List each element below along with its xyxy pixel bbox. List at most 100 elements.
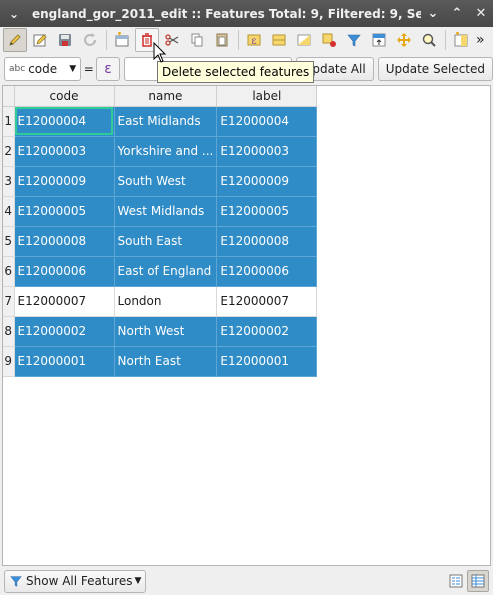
table-cell-label[interactable]: E12000005 xyxy=(216,196,318,227)
row-header[interactable]: 9 xyxy=(3,346,15,377)
table-corner[interactable] xyxy=(3,86,15,107)
table-cell-code[interactable]: E12000009 xyxy=(14,166,115,197)
table-cell-name[interactable]: North East xyxy=(114,346,218,377)
select-by-expression-button[interactable]: ε xyxy=(242,28,266,52)
table-row[interactable]: 7 E12000007 London E12000007 xyxy=(3,286,318,317)
row-header[interactable]: 1 xyxy=(3,106,15,137)
paste-button[interactable] xyxy=(210,28,234,52)
show-all-features-button[interactable]: Show All Features ▼ xyxy=(4,569,147,593)
multi-edit-button[interactable] xyxy=(28,28,52,52)
table-cell-label[interactable]: E12000006 xyxy=(216,256,318,287)
maximize-icon[interactable]: ⌃ xyxy=(445,6,469,21)
table-cell-name[interactable]: Yorkshire and ... xyxy=(114,136,218,167)
view-switcher xyxy=(445,570,489,592)
move-selection-to-top-button[interactable] xyxy=(367,28,391,52)
row-header[interactable]: 2 xyxy=(3,136,15,167)
table-cell-code[interactable]: E12000001 xyxy=(14,346,115,377)
toolbar-overflow-button[interactable]: » xyxy=(476,32,485,48)
table-cell-name[interactable]: South West xyxy=(114,166,218,197)
table-row[interactable]: 3 E12000009 South West E12000009 xyxy=(3,166,318,197)
table-view-button[interactable] xyxy=(467,570,489,592)
table-cell-name[interactable]: East Midlands xyxy=(114,106,218,137)
table-cell-code[interactable]: E12000002 xyxy=(14,316,115,347)
paste-icon xyxy=(216,33,228,47)
minimize-icon[interactable]: ⌄ xyxy=(421,6,445,21)
zoom-to-selection-button[interactable] xyxy=(417,28,441,52)
copy-icon xyxy=(191,33,203,47)
table-cell-name[interactable]: North West xyxy=(114,316,218,347)
row-header[interactable]: 8 xyxy=(3,316,15,347)
update-selected-button[interactable]: Update Selected xyxy=(377,57,493,81)
expression-builder-button[interactable]: ε xyxy=(96,57,120,81)
row-header[interactable]: 4 xyxy=(3,196,15,227)
add-feature-button[interactable] xyxy=(110,28,134,52)
table-view-icon xyxy=(471,574,485,588)
toggle-editing-button[interactable] xyxy=(3,28,27,52)
table-cell-code[interactable]: E12000007 xyxy=(14,286,115,317)
equals-label: = xyxy=(83,62,94,76)
table-row[interactable]: 4 E12000005 West Midlands E12000005 xyxy=(3,196,318,227)
attribute-toolbar: ε » xyxy=(0,27,493,53)
table-cell-label[interactable]: E12000009 xyxy=(216,166,318,197)
table-cell-code[interactable]: E12000006 xyxy=(14,256,115,287)
table-row[interactable]: 1 E12000004 East Midlands E12000004 xyxy=(3,106,318,137)
table-row[interactable]: 9 E12000001 North East E12000001 xyxy=(3,346,318,377)
table-row[interactable]: 6 E12000006 East of England E12000006 xyxy=(3,256,318,287)
field-select[interactable]: abc code ▼ xyxy=(4,57,82,81)
table-cell-name[interactable]: South East xyxy=(114,226,218,257)
column-header-code[interactable]: code xyxy=(14,86,115,107)
features-table: code name label 1 E12000004 East Midlands E… xyxy=(3,86,318,377)
funnel-icon xyxy=(347,34,361,47)
form-view-button[interactable] xyxy=(445,570,467,592)
filter-selection-button[interactable] xyxy=(342,28,366,52)
table-cell-label[interactable]: E12000004 xyxy=(216,106,318,137)
pencil-icon xyxy=(9,34,21,46)
table-cell-label[interactable]: E12000001 xyxy=(216,346,318,377)
table-row[interactable]: 8 E12000002 North West E12000002 xyxy=(3,316,318,347)
svg-text:ε: ε xyxy=(251,36,256,47)
new-field-button[interactable] xyxy=(449,28,473,52)
funnel-icon xyxy=(10,576,22,587)
epsilon-icon: ε xyxy=(104,61,112,77)
attribute-table[interactable]: code name label 1 E12000004 East Midlands E… xyxy=(2,85,491,566)
save-icon xyxy=(59,34,71,46)
table-cell-name[interactable]: East of England xyxy=(114,256,218,287)
table-cell-label[interactable]: E12000007 xyxy=(216,286,318,317)
add-feature-icon xyxy=(115,32,129,47)
expression-select-icon: ε xyxy=(247,34,261,47)
toolbar-separator xyxy=(238,30,239,50)
table-cell-name[interactable]: London xyxy=(114,286,218,317)
magnifier-icon xyxy=(422,33,436,47)
table-row[interactable]: 5 E12000008 South East E12000008 xyxy=(3,226,318,257)
row-header[interactable]: 3 xyxy=(3,166,15,197)
deselect-all-icon xyxy=(322,33,336,47)
reload-button[interactable] xyxy=(78,28,102,52)
table-cell-code[interactable]: E12000004 xyxy=(14,106,115,137)
table-cell-label[interactable]: E12000002 xyxy=(216,316,318,347)
copy-button[interactable] xyxy=(185,28,209,52)
pan-icon xyxy=(397,33,411,47)
save-edits-button[interactable] xyxy=(53,28,77,52)
deselect-all-button[interactable] xyxy=(317,28,341,52)
row-header[interactable]: 5 xyxy=(3,226,15,257)
row-header[interactable]: 6 xyxy=(3,256,15,287)
pan-to-selection-button[interactable] xyxy=(392,28,416,52)
row-header[interactable]: 7 xyxy=(3,286,15,317)
column-header-label[interactable]: label xyxy=(216,86,318,107)
table-cell-label[interactable]: E12000003 xyxy=(216,136,318,167)
invert-selection-button[interactable] xyxy=(292,28,316,52)
table-cell-code[interactable]: E12000008 xyxy=(14,226,115,257)
table-cell-name[interactable]: West Midlands xyxy=(114,196,218,227)
table-cell-code[interactable]: E12000003 xyxy=(14,136,115,167)
column-header-name[interactable]: name xyxy=(114,86,218,107)
tooltip: Delete selected features xyxy=(157,61,315,83)
select-all-icon xyxy=(272,34,286,46)
reload-icon xyxy=(84,33,96,46)
table-row[interactable]: 2 E12000003 Yorkshire and ... E12000003 xyxy=(3,136,318,167)
table-cell-label[interactable]: E12000008 xyxy=(216,226,318,257)
close-icon[interactable]: ✕ xyxy=(469,6,493,21)
select-all-button[interactable] xyxy=(267,28,291,52)
invert-selection-icon xyxy=(297,34,311,46)
table-cell-code[interactable]: E12000005 xyxy=(14,196,115,227)
window-menu-icon[interactable]: ⌄ xyxy=(0,7,28,21)
